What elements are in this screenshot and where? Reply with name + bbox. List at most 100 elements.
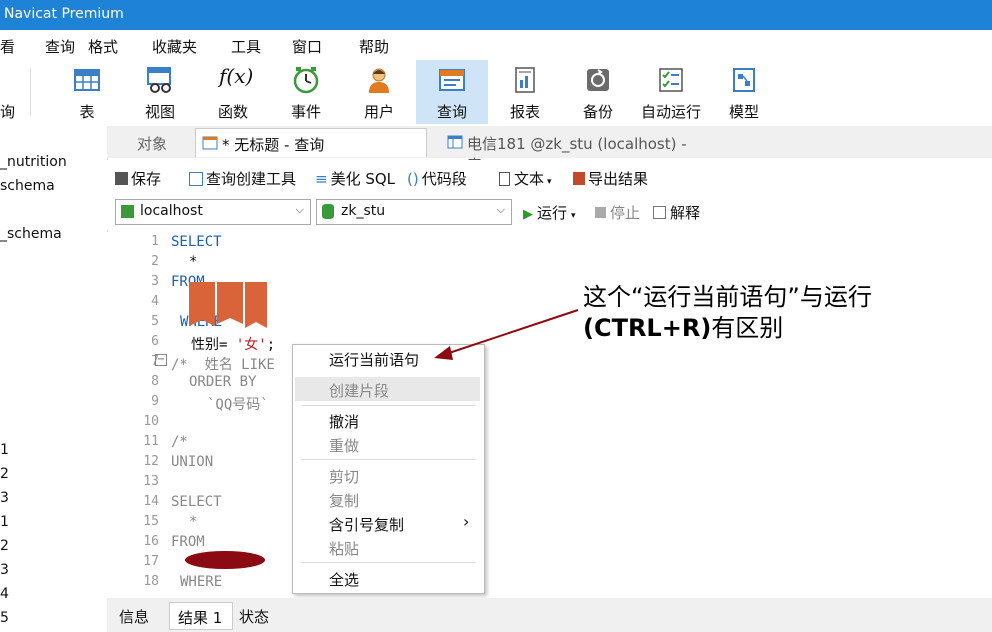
text-button[interactable]: 文本 ▾ <box>499 168 552 189</box>
export-icon <box>573 172 585 185</box>
code-snippet-button[interactable]: () 代码段 <box>407 168 467 189</box>
stop-button[interactable]: 停止 <box>595 202 640 223</box>
ribbon-user-button[interactable]: 用户 <box>343 60 415 124</box>
annotation-line-2-rest: 有区别 <box>711 314 784 342</box>
line-number: 18 <box>143 574 159 589</box>
annotation-line-2: (CTRL+R)有区别 <box>583 313 872 344</box>
line-number: 8 <box>151 374 159 389</box>
ribbon-report-button[interactable]: 报表 <box>489 60 561 124</box>
menu-tools[interactable]: 工具 <box>231 36 261 57</box>
menu-view[interactable]: 看 <box>0 36 15 57</box>
line-number: 4 <box>151 294 159 309</box>
tab-objects[interactable]: 对象 <box>127 128 187 156</box>
code-line: /* 姓名 LIKE <box>171 357 275 373</box>
code-snippet-icon: () <box>407 170 419 188</box>
database-value: zk_stu <box>341 203 386 219</box>
menu-window[interactable]: 窗口 <box>292 36 322 57</box>
menu-item-create-snippet[interactable]: 创建片段 <box>329 380 389 401</box>
tab-status-label: 状态 <box>239 608 270 626</box>
line-number: 10 <box>143 414 159 429</box>
tab-result-1[interactable]: 结果 1 <box>169 602 233 630</box>
menu-format[interactable]: 格式 <box>88 36 118 57</box>
ribbon-query-label: 查询 <box>436 103 467 121</box>
code-line: `QQ号码` <box>207 397 269 413</box>
text-label: 文本 <box>514 170 545 188</box>
code-line: 性别= '女'; <box>191 334 275 354</box>
document-tabs: 对象 * 无标题 - 查询 电信181 @zk_stu (localhost) … <box>107 126 992 174</box>
tab-query[interactable]: * 无标题 - 查询 <box>195 128 427 157</box>
tree-item[interactable]: 5 <box>0 610 9 626</box>
menu-item-paste[interactable]: 粘贴 <box>329 538 359 559</box>
explain-button[interactable]: 解释 <box>653 202 700 223</box>
server-value: localhost <box>140 203 203 219</box>
menu-item-redo[interactable]: 重做 <box>329 435 359 456</box>
tree-item[interactable]: 2 <box>0 466 9 482</box>
menu-item-copy[interactable]: 复制 <box>329 490 359 511</box>
menu-favorites[interactable]: 收藏夹 <box>152 36 197 57</box>
line-number: 9 <box>151 394 159 409</box>
ribbon-report-label: 报表 <box>509 103 540 121</box>
beautify-label: 美化 SQL <box>330 170 396 188</box>
line-number: 15 <box>143 514 159 529</box>
ribbon-event-button[interactable]: 事件 <box>270 60 342 124</box>
context-menu: 运行当前语句 创建片段 撤消 重做 剪切 复制 含引号复制 › 粘贴 全选 <box>292 344 485 594</box>
chevron-down-icon: ⌵ <box>496 203 505 216</box>
ribbon-model-label: 模型 <box>728 103 759 121</box>
save-button[interactable]: 保存 <box>115 168 161 189</box>
report-icon <box>515 67 535 93</box>
tree-item[interactable]: _schema <box>0 226 62 242</box>
tab-query-label: * 无标题 - 查询 <box>222 136 325 154</box>
database-icon <box>322 204 334 219</box>
fold-toggle-icon[interactable]: − <box>155 354 167 366</box>
model-icon <box>733 68 755 92</box>
tab-info[interactable]: 信息 <box>111 602 163 628</box>
query-builder-button[interactable]: 查询创建工具 <box>189 168 296 189</box>
menu-item-run-current-statement[interactable]: 运行当前语句 <box>329 349 419 370</box>
menu-help[interactable]: 帮助 <box>359 36 389 57</box>
code-line: ORDER BY <box>189 374 257 390</box>
menu-item-select-all[interactable]: 全选 <box>329 569 359 590</box>
tree-item[interactable]: _nutrition <box>0 154 67 170</box>
tree-item[interactable]: schema <box>0 178 55 194</box>
ribbon-automation-button[interactable]: 自动运行 <box>635 60 707 124</box>
title-bar: Navicat Premium <box>0 0 992 30</box>
ribbon-event-label: 事件 <box>290 103 321 121</box>
ribbon-table-label: 表 <box>79 103 95 121</box>
ribbon-table-button[interactable]: 表 <box>51 60 123 124</box>
menu-item-undo[interactable]: 撤消 <box>329 411 359 432</box>
beautify-sql-button[interactable]: ≡ 美化 SQL <box>315 168 395 189</box>
menu-query[interactable]: 查询 <box>45 36 75 57</box>
tab-info-label: 信息 <box>119 608 150 626</box>
ribbon-partial-label[interactable]: 询 <box>0 101 15 122</box>
text-doc-icon <box>499 172 510 186</box>
code-line: /* <box>171 434 188 450</box>
tab-status[interactable]: 状态 <box>235 602 287 628</box>
redaction-mark <box>189 282 267 328</box>
export-results-button[interactable]: 导出结果 <box>573 168 648 189</box>
beautify-icon: ≡ <box>315 170 328 188</box>
ribbon-function-button[interactable]: f(x) 函数 <box>197 60 269 124</box>
tab-table[interactable]: 电信181 @zk_stu (localhost) - 表 <box>443 128 703 174</box>
tree-item[interactable]: 1 <box>0 514 9 530</box>
result-tabs: 信息 结果 1 状态 <box>107 598 992 632</box>
tab-result-1-label: 结果 1 <box>178 609 223 627</box>
ribbon-view-button[interactable]: 视图 <box>124 60 196 124</box>
tree-item[interactable]: 2 <box>0 538 9 554</box>
ribbon-query-button[interactable]: 查询 <box>416 60 488 124</box>
ribbon-user-label: 用户 <box>363 103 394 121</box>
play-icon: ▶ <box>523 207 533 222</box>
line-number: 11 <box>143 434 159 449</box>
menu-item-cut[interactable]: 剪切 <box>329 466 359 487</box>
submenu-arrow-icon: › <box>463 512 470 531</box>
tree-item[interactable]: 4 <box>0 586 9 602</box>
run-button[interactable]: ▶ 运行 ▾ <box>523 202 576 223</box>
tree-item[interactable]: 1 <box>0 442 9 458</box>
tree-item[interactable]: 3 <box>0 562 9 578</box>
tree-item[interactable]: 3 <box>0 490 9 506</box>
ribbon-model-button[interactable]: 模型 <box>708 60 780 124</box>
menu-item-copy-with-quotes[interactable]: 含引号复制 <box>329 514 404 535</box>
database-select[interactable]: zk_stu ⌵ <box>316 199 512 225</box>
ribbon: 询 表 视图 f(x) 函数 事件 用户 查询 报表 备份 自动运行 模型 <box>0 58 992 127</box>
ribbon-backup-button[interactable]: 备份 <box>562 60 634 124</box>
server-select[interactable]: localhost ⌵ <box>115 199 311 225</box>
